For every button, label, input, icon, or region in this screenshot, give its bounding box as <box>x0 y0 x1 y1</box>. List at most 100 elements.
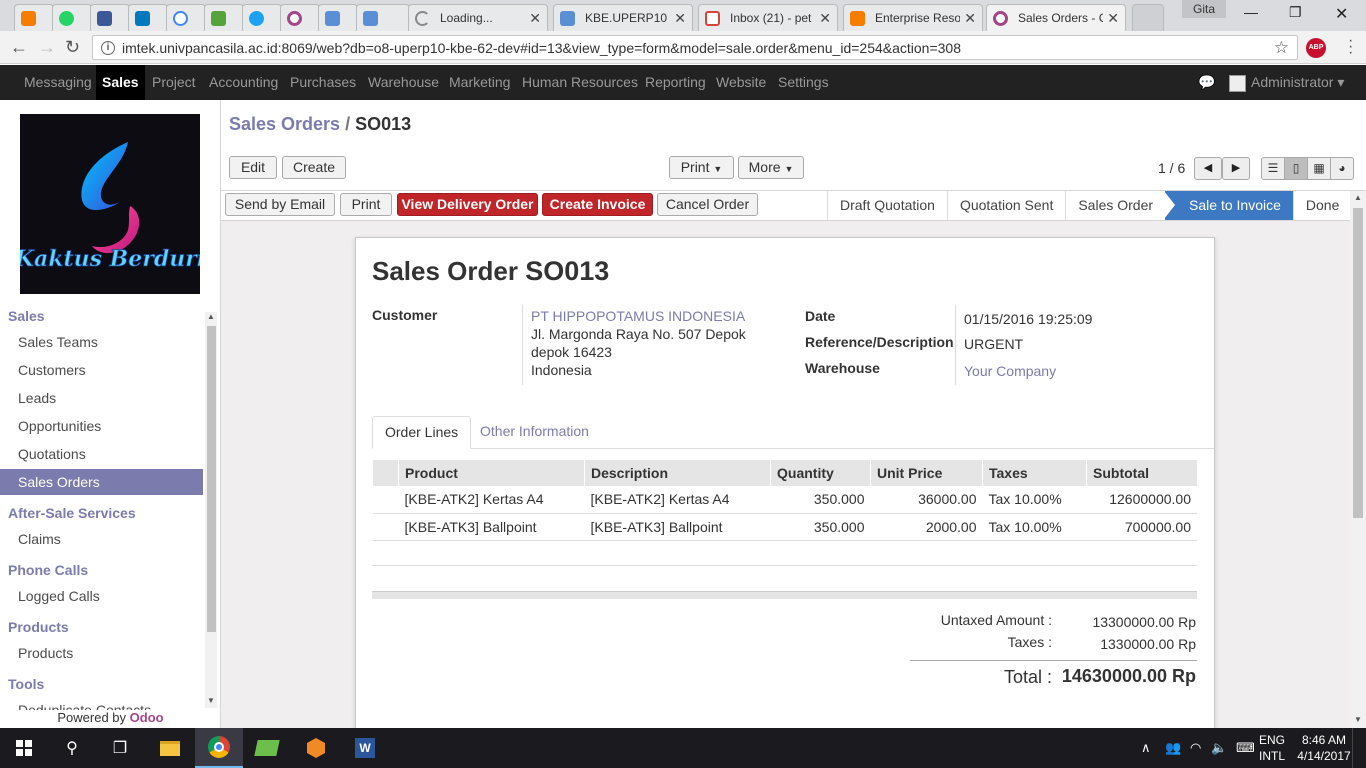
user-menu[interactable]: Administrator ▾ <box>1251 65 1344 100</box>
more-dropdown-button[interactable]: More ▼ <box>738 156 804 179</box>
chat-icon[interactable]: 💬 <box>1198 74 1215 91</box>
sidebar-item-customers[interactable]: Customers <box>0 357 203 383</box>
file-explorer-icon[interactable] <box>146 728 194 768</box>
sidebar-item-logged-calls[interactable]: Logged Calls <box>0 583 203 609</box>
nav-project[interactable]: Project <box>146 65 202 100</box>
search-icon[interactable]: ⚲ <box>48 728 96 768</box>
browser-tab[interactable]: Enterprise Reso ✕ <box>843 4 983 31</box>
volume-icon[interactable]: 🔈 <box>1211 740 1227 756</box>
browser-tab[interactable] <box>242 4 282 31</box>
chrome-icon[interactable] <box>195 728 243 768</box>
nav-reporting[interactable]: Reporting <box>639 65 712 100</box>
main-scrollbar[interactable]: ▲ ▼ <box>1350 191 1366 728</box>
maximize-icon[interactable]: ❐ <box>1289 4 1302 21</box>
browser-tab[interactable] <box>280 4 320 31</box>
browser-tab[interactable] <box>356 4 410 31</box>
browser-tab[interactable]: KBE.UPERP10 - C ✕ <box>553 4 693 31</box>
browser-tab[interactable] <box>166 4 206 31</box>
close-icon[interactable]: ✕ <box>674 10 686 27</box>
table-row[interactable]: [KBE-ATK3] Ballpoint [KBE-ATK3] Ballpoin… <box>372 513 1197 541</box>
form-view-icon[interactable]: ▯ <box>1284 157 1308 180</box>
wifi-icon[interactable]: ◠ <box>1190 740 1201 756</box>
scrollbar-thumb[interactable] <box>1353 208 1363 518</box>
sidebar-item-leads[interactable]: Leads <box>0 385 203 411</box>
minimize-icon[interactable]: — <box>1244 4 1258 20</box>
nav-accounting[interactable]: Accounting <box>203 65 284 100</box>
scrollbar-thumb[interactable] <box>207 326 216 632</box>
url-input[interactable]: i imtek.univpancasila.ac.id:8069/web?db=… <box>92 35 1298 60</box>
sidebar-item-products[interactable]: Products <box>0 640 203 666</box>
nav-marketing[interactable]: Marketing <box>443 65 516 100</box>
column-quantity[interactable]: Quantity <box>770 460 871 486</box>
column-product[interactable]: Product <box>398 460 585 486</box>
scroll-up-icon[interactable]: ▲ <box>207 312 215 321</box>
print-dropdown-button[interactable]: Print ▼ <box>669 156 734 179</box>
adblock-icon[interactable]: ABP <box>1306 38 1326 58</box>
sidebar-item-sales-orders[interactable]: Sales Orders <box>0 469 203 495</box>
graph-view-icon[interactable]: ◕ <box>1330 157 1354 180</box>
photos-icon[interactable] <box>243 728 291 768</box>
table-row[interactable]: [KBE-ATK2] Kertas A4 [KBE-ATK2] Kertas A… <box>372 486 1197 514</box>
column-subtotal[interactable]: Subtotal <box>1086 460 1197 486</box>
stage-sale-to-invoice[interactable]: Sale to Invoice <box>1164 191 1293 220</box>
back-icon[interactable]: ← <box>10 37 28 58</box>
browser-tab[interactable] <box>204 4 244 31</box>
browser-tab[interactable] <box>128 4 168 31</box>
create-invoice-button[interactable]: Create Invoice <box>542 193 653 216</box>
next-record-icon[interactable]: ▶ <box>1222 157 1250 180</box>
sidebar-item-claims[interactable]: Claims <box>0 526 203 552</box>
people-icon[interactable]: 👥 <box>1165 740 1181 756</box>
sidebar-item-opportunities[interactable]: Opportunities <box>0 413 203 439</box>
close-icon[interactable]: ✕ <box>964 10 976 27</box>
show-desktop-button[interactable] <box>1352 728 1358 768</box>
browser-tab-active[interactable]: Sales Orders - C ✕ <box>986 4 1126 31</box>
nav-messaging[interactable]: Messaging <box>18 65 98 100</box>
send-email-button[interactable]: Send by Email <box>225 193 335 216</box>
stage-done[interactable]: Done <box>1292 191 1351 220</box>
cancel-order-button[interactable]: Cancel Order <box>657 193 758 216</box>
keyboard-icon[interactable]: ⌨ <box>1236 740 1255 756</box>
info-icon[interactable]: i <box>101 40 115 55</box>
browser-tab[interactable] <box>90 4 130 31</box>
column-description[interactable]: Description <box>584 460 771 486</box>
stage-sales-order[interactable]: Sales Order <box>1065 191 1165 220</box>
browser-tab[interactable] <box>14 4 54 31</box>
language-indicator[interactable]: ENG INTL <box>1259 732 1285 764</box>
close-icon[interactable]: ✕ <box>819 10 831 27</box>
nav-warehouse[interactable]: Warehouse <box>362 65 445 100</box>
stage-draft-quotation[interactable]: Draft Quotation <box>827 191 947 220</box>
sidebar-scrollbar[interactable]: ▲ ▼ <box>205 312 217 708</box>
warehouse-link[interactable]: Your Company <box>964 362 1056 380</box>
app-icon[interactable] <box>292 728 340 768</box>
sidebar-item-quotations[interactable]: Quotations <box>0 441 203 467</box>
new-tab-button[interactable] <box>1132 4 1164 31</box>
nav-website[interactable]: Website <box>710 65 772 100</box>
nav-sales[interactable]: Sales <box>96 65 145 100</box>
browser-tab[interactable]: Loading... ✕ <box>408 4 548 31</box>
show-hidden-icons[interactable]: ∧ <box>1141 740 1151 756</box>
forward-icon[interactable]: → <box>38 37 56 58</box>
calendar-view-icon[interactable]: ▦ <box>1307 157 1331 180</box>
column-taxes[interactable]: Taxes <box>982 460 1087 486</box>
odoo-link[interactable]: Odoo <box>130 710 164 725</box>
scroll-up-icon[interactable]: ▲ <box>1354 193 1362 202</box>
windows-start-icon[interactable] <box>0 728 48 768</box>
previous-record-icon[interactable]: ◀ <box>1194 157 1222 180</box>
browser-tab[interactable] <box>52 4 92 31</box>
edit-button[interactable]: Edit <box>229 156 277 179</box>
breadcrumb-sales-orders[interactable]: Sales Orders <box>229 114 340 134</box>
menu-icon[interactable]: · · · <box>1348 33 1353 61</box>
view-delivery-order-button[interactable]: View Delivery Order <box>397 193 538 216</box>
close-window-icon[interactable]: ✕ <box>1335 4 1348 24</box>
task-view-icon[interactable]: ❐ <box>96 728 144 768</box>
scroll-down-icon[interactable]: ▼ <box>207 696 215 705</box>
sidebar-item-sales-teams[interactable]: Sales Teams <box>0 329 203 355</box>
browser-tab[interactable]: Inbox (21) - pet ✕ <box>698 4 838 31</box>
word-icon[interactable]: W <box>341 728 389 768</box>
nav-settings[interactable]: Settings <box>772 65 835 100</box>
clock[interactable]: 8:46 AM 4/14/2017 <box>1294 732 1354 764</box>
column-unit-price[interactable]: Unit Price <box>870 460 983 486</box>
nav-human-resources[interactable]: Human Resources <box>516 65 644 100</box>
tab-other-information[interactable]: Other Information <box>468 416 601 449</box>
scroll-down-icon[interactable]: ▼ <box>1354 715 1362 724</box>
